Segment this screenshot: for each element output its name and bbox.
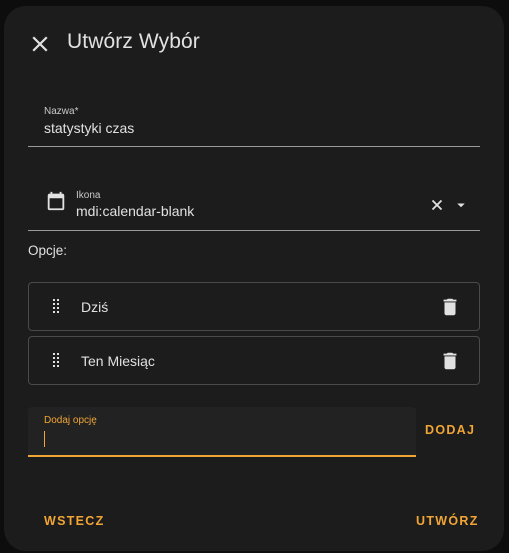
option-label: Ten Miesiąc [81, 353, 155, 369]
option-label: Dziś [81, 299, 109, 315]
options-label: Opcje: [28, 243, 68, 258]
delete-icon[interactable] [439, 350, 461, 372]
delete-icon[interactable] [439, 296, 461, 318]
icon-field-label: Ikona [76, 190, 101, 201]
drag-handle-icon[interactable] [49, 351, 67, 369]
option-row: Ten Miesiąc [28, 336, 480, 385]
name-field-value[interactable]: statystyki czas [44, 120, 134, 136]
dialog-title: Utwórz Wybór [67, 30, 200, 53]
clear-icon[interactable] [428, 196, 446, 214]
add-option-button[interactable]: DODAJ [425, 423, 475, 437]
close-icon[interactable] [28, 32, 52, 56]
back-button[interactable]: WSTECZ [44, 514, 105, 528]
menu-down-icon[interactable] [452, 196, 470, 214]
name-field[interactable]: Nazwa* statystyki czas [28, 96, 480, 147]
create-button[interactable]: UTWÓRZ [416, 514, 479, 528]
name-field-label: Nazwa* [44, 106, 79, 117]
calendar-blank-icon [45, 190, 67, 212]
drag-handle-icon[interactable] [49, 297, 67, 315]
icon-picker-field[interactable]: Ikona mdi:calendar-blank [28, 180, 480, 231]
text-cursor [44, 431, 45, 447]
create-choice-dialog: Utwórz Wybór Nazwa* statystyki czas Ikon… [4, 6, 504, 551]
option-row: Dziś [28, 282, 480, 331]
add-option-field[interactable]: Dodaj opcję [28, 407, 416, 457]
add-option-label: Dodaj opcję [44, 415, 97, 426]
add-option-input[interactable] [42, 429, 406, 449]
icon-field-value[interactable]: mdi:calendar-blank [76, 203, 194, 219]
